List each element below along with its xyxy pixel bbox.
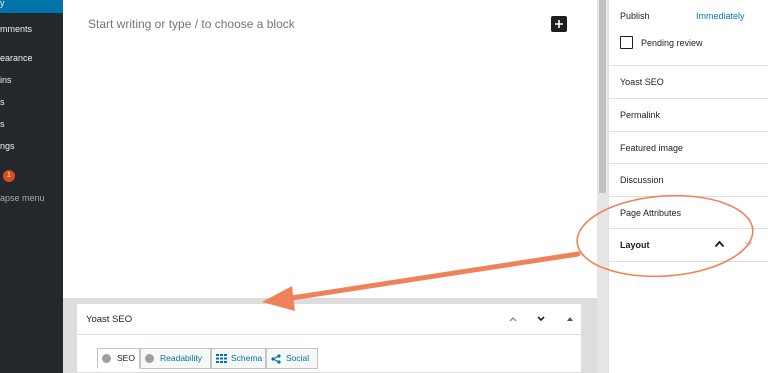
publish-date-link[interactable]: Immediately	[696, 11, 745, 21]
panel-page-attributes[interactable]: Page Attributes	[620, 208, 681, 218]
yoast-seo-metabox: Yoast SEO SEO Readability Schema Social	[76, 303, 582, 373]
metabox-header: Yoast SEO	[77, 304, 581, 335]
tab-label: SEO	[117, 353, 135, 363]
collapse-menu-button[interactable]: apse menu	[0, 188, 63, 208]
chevron-up-icon	[509, 317, 517, 322]
admin-sidebar: y mments earance ins s s ngs 1 apse menu	[0, 0, 63, 373]
panel-featured-image[interactable]: Featured image	[620, 143, 683, 153]
admin-menu-label: earance	[0, 53, 33, 63]
circle-dot-icon	[145, 354, 154, 363]
pending-review-label: Pending review	[641, 38, 703, 48]
panel-layout[interactable]: Layout	[620, 240, 650, 250]
plus-icon	[555, 20, 563, 28]
move-up-button[interactable]	[506, 312, 520, 326]
chevron-down-icon	[744, 241, 752, 247]
move-down-button[interactable]	[534, 312, 548, 326]
publish-label: Publish	[620, 11, 650, 21]
tab-label: Social	[286, 353, 310, 363]
add-block-button[interactable]	[551, 16, 567, 32]
admin-menu-item-tools[interactable]: s	[0, 114, 63, 134]
chevron-down-icon	[537, 316, 545, 322]
admin-menu-item-appearance[interactable]: earance	[0, 48, 63, 68]
update-count-badge: 1	[3, 170, 15, 182]
tab-readability[interactable]: Readability	[140, 348, 211, 369]
divider	[609, 163, 768, 164]
toggle-panel-button[interactable]	[563, 312, 577, 326]
admin-menu-label: ngs	[0, 141, 15, 151]
caret-up-icon	[567, 317, 573, 321]
divider	[609, 261, 768, 262]
admin-menu-item-users[interactable]: s	[0, 92, 63, 112]
admin-menu-item-settings[interactable]: ngs	[0, 136, 63, 156]
grid-icon	[216, 354, 227, 363]
block-placeholder[interactable]: Start writing or type / to choose a bloc…	[88, 17, 295, 31]
admin-menu-item-comments[interactable]: mments	[0, 19, 63, 39]
metabox-tabs: SEO Readability Schema Social	[85, 344, 481, 373]
editor-scrollbar-thumb[interactable]	[599, 0, 606, 193]
panel-discussion[interactable]: Discussion	[620, 175, 664, 185]
admin-menu-label: y	[0, 0, 5, 8]
tab-label: Readability	[160, 353, 203, 363]
metabox-title: Yoast SEO	[86, 314, 133, 325]
divider	[609, 65, 768, 66]
tab-social[interactable]: Social	[266, 348, 318, 369]
settings-sidebar: Publish Immediately Pending review Yoast…	[608, 0, 768, 373]
divider	[609, 228, 768, 229]
share-icon	[271, 353, 281, 364]
pending-review-checkbox[interactable]	[620, 36, 633, 49]
tab-schema[interactable]: Schema	[211, 348, 266, 369]
panel-yoast-seo[interactable]: Yoast SEO	[620, 77, 664, 87]
chevron-up-icon	[714, 240, 724, 248]
admin-menu-item-posts[interactable]: y	[0, 0, 63, 13]
admin-menu-item-plugins[interactable]: ins	[0, 70, 63, 90]
panel-layout-toggle[interactable]	[713, 238, 725, 250]
panel-layout-extra[interactable]	[742, 238, 754, 250]
editor-canvas[interactable]: Start writing or type / to choose a bloc…	[63, 0, 597, 298]
panel-permalink[interactable]: Permalink	[620, 110, 660, 120]
divider	[609, 131, 768, 132]
divider	[609, 98, 768, 99]
tab-label: Schema	[231, 353, 263, 363]
admin-menu-label: s	[0, 97, 5, 107]
admin-menu-label: apse menu	[0, 193, 45, 203]
admin-menu-label: mments	[0, 24, 33, 34]
divider	[609, 196, 768, 197]
admin-menu-label: s	[0, 119, 5, 129]
admin-menu-item-updates[interactable]: 1	[0, 166, 63, 186]
circle-dot-icon	[102, 354, 111, 363]
admin-menu-label: ins	[0, 75, 12, 85]
tab-seo[interactable]: SEO	[97, 348, 140, 369]
